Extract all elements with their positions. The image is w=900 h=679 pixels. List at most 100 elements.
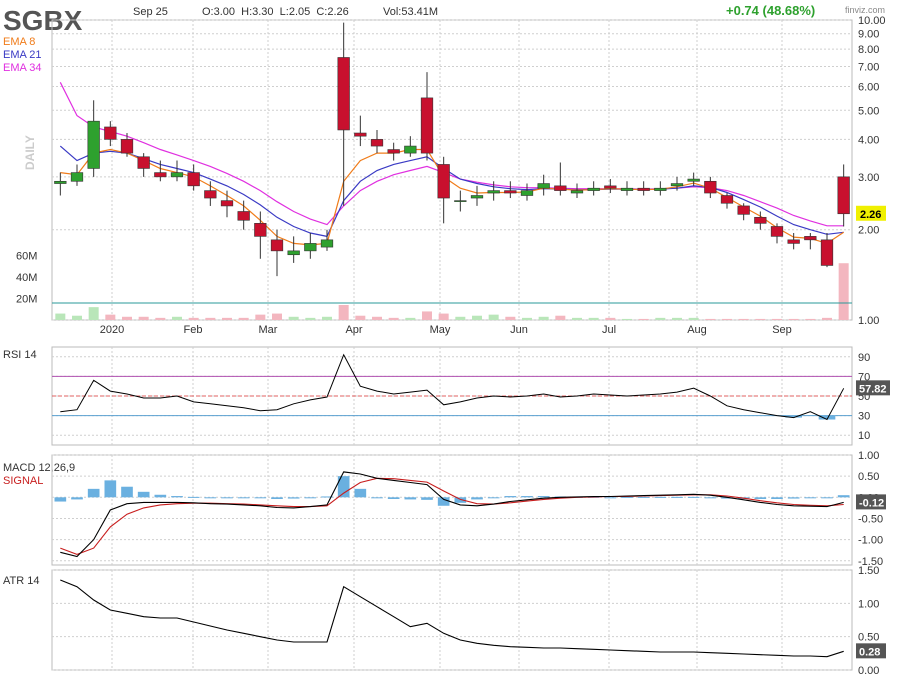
candle-down — [787, 239, 800, 244]
volume-bar — [688, 317, 699, 320]
macd-histogram-bar — [254, 497, 267, 499]
candle-down — [354, 132, 367, 137]
volume-bar — [388, 317, 399, 320]
legend-ema8: EMA 8 — [3, 36, 35, 48]
month-label: Feb — [184, 324, 203, 336]
macd-tick-label: 0.50 — [858, 471, 879, 483]
volume-bar — [838, 263, 849, 320]
macd-histogram-bar — [271, 497, 283, 499]
volume-bar — [105, 314, 116, 320]
macd-histogram-bar — [354, 488, 367, 498]
macd-histogram-bar — [604, 497, 617, 499]
volume-bar — [88, 307, 99, 320]
volume-bar — [72, 315, 82, 320]
candle-up — [687, 178, 700, 182]
macd-histogram-bar — [221, 497, 233, 499]
atr-last-label: 0.28 — [859, 646, 880, 658]
macd-histogram-bar — [54, 497, 67, 502]
volume-bar — [55, 313, 66, 320]
volume-bar — [638, 318, 649, 320]
macd-histogram-bar — [404, 497, 417, 500]
macd-histogram-bar — [387, 497, 400, 499]
month-label: 2020 — [100, 324, 124, 336]
volume-bar — [272, 313, 282, 320]
brand-logo[interactable]: finviz.com — [845, 5, 885, 15]
panel-frame-atr — [51, 569, 853, 671]
macd-histogram-bar — [187, 496, 200, 498]
candle-down — [237, 211, 250, 221]
candle-down — [804, 236, 817, 241]
atr-tick-label: 0.00 — [858, 665, 879, 677]
atr-tick-label: 1.00 — [858, 598, 879, 610]
legend-ema34: EMA 34 — [3, 62, 42, 74]
macd-signal-label: SIGNAL — [3, 475, 43, 487]
candle-down — [704, 180, 717, 194]
macd-histogram-bar — [754, 497, 767, 499]
price-tick-label: 9.00 — [858, 29, 879, 41]
volume-bar — [372, 316, 382, 320]
macd-histogram-bar — [471, 497, 483, 500]
legend-ema21: EMA 21 — [3, 49, 42, 61]
macd-tick-label: 1.00 — [858, 450, 879, 462]
macd-histogram-bar — [171, 496, 183, 498]
volume-bar — [255, 314, 266, 320]
rsi-tick-label: 30 — [858, 411, 870, 423]
candle-down — [754, 216, 767, 224]
volume-bar — [422, 311, 432, 320]
candle-up — [454, 200, 467, 202]
price-tick-label: 1.00 — [858, 315, 879, 327]
price-tick-label: 2.00 — [858, 225, 879, 237]
quote-ohlc: O:3.00 H:3.30 L:2.05 C:2.26 — [202, 6, 349, 18]
panel-frame-price — [51, 19, 853, 321]
candle-up — [520, 190, 534, 196]
volume-bar — [672, 317, 682, 320]
volume-bar — [822, 317, 832, 320]
month-label: Apr — [345, 324, 362, 336]
last-price-label: 2.26 — [860, 209, 881, 221]
month-label: Aug — [687, 324, 707, 336]
volume-bar — [472, 315, 482, 320]
macd-histogram-bar — [104, 480, 117, 498]
volume-bar — [805, 318, 816, 320]
macd-histogram-bar — [204, 497, 217, 499]
volume-bar — [622, 318, 632, 320]
candle-down — [187, 172, 200, 187]
volume-bar — [588, 317, 599, 320]
ema21-line — [59, 145, 844, 238]
panel-frame-macd — [51, 454, 853, 566]
macd-histogram-bar — [371, 497, 383, 499]
candle-down — [254, 223, 267, 237]
quote-volume: Vol:53.41M — [383, 6, 438, 18]
volume-bar — [488, 314, 499, 320]
rsi-tick-label: 10 — [858, 430, 870, 442]
candle-up — [587, 187, 600, 191]
macd-histogram-bar — [521, 496, 533, 498]
candle-down — [437, 164, 450, 199]
candle-down — [554, 185, 567, 191]
candle-down — [337, 57, 350, 131]
candle-down — [637, 187, 650, 191]
macd-histogram-bar — [821, 497, 833, 499]
macd-histogram-bar — [71, 497, 83, 500]
month-label: Jun — [510, 324, 528, 336]
candle-down — [370, 139, 384, 147]
candle-down — [270, 239, 284, 252]
candle-up — [320, 239, 334, 248]
candle-up — [487, 190, 500, 194]
candle-down — [604, 185, 617, 189]
candle-down — [504, 190, 517, 194]
candle-down — [720, 195, 734, 204]
volume-bar — [572, 317, 582, 320]
candle-down — [770, 226, 784, 237]
price-tick-label: 3.00 — [858, 172, 879, 184]
candle-up — [287, 250, 300, 256]
candle-up — [670, 183, 684, 187]
candle-down — [137, 156, 150, 169]
month-label: May — [430, 324, 451, 336]
candle-down — [837, 176, 850, 215]
candle-down — [220, 200, 234, 207]
quote-date: Sep 25 — [133, 6, 168, 18]
macd-histogram-bar — [837, 495, 850, 498]
month-label: Sep — [772, 324, 792, 336]
volume-bar — [755, 318, 766, 320]
